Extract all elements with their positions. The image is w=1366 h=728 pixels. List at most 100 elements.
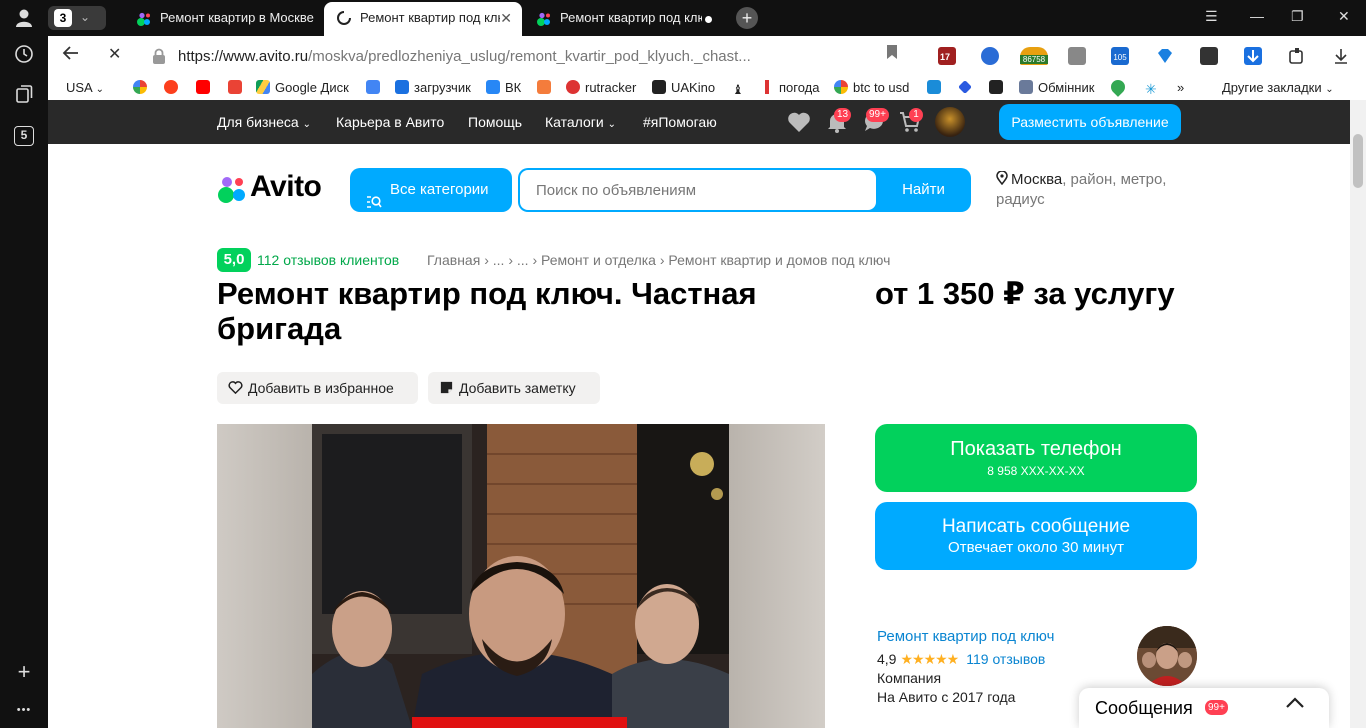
bookmark-f[interactable] bbox=[537, 80, 556, 95]
add-to-favorites-button[interactable]: Добавить в избранное bbox=[217, 372, 418, 404]
back-icon[interactable] bbox=[62, 44, 80, 67]
avito-logo-text[interactable]: Avito bbox=[250, 170, 322, 204]
bookmark-google-drive[interactable]: Google Диск bbox=[256, 80, 349, 95]
tabs-counter-button[interactable]: 5 bbox=[14, 126, 34, 146]
scrollbar-thumb[interactable] bbox=[1353, 134, 1363, 188]
bookmark-gmail[interactable] bbox=[228, 80, 247, 95]
bookmark-translate[interactable] bbox=[366, 80, 385, 95]
maps-icon bbox=[1108, 77, 1128, 97]
nav-ya-pomogayu[interactable]: #яПомогаю bbox=[643, 114, 717, 130]
downloads-icon[interactable] bbox=[1332, 47, 1350, 65]
listing-photo-gallery[interactable] bbox=[217, 424, 825, 728]
note-icon bbox=[440, 381, 453, 394]
url-text: https://www.avito.ru/moskva/predlozheniy… bbox=[178, 48, 751, 65]
bookmarks-more-button[interactable]: » bbox=[1177, 80, 1184, 95]
nav-business[interactable]: Для бизнеса ⌄ bbox=[217, 114, 311, 130]
close-tab-icon[interactable]: ✕ bbox=[500, 2, 512, 34]
seller-reviews-link[interactable]: 119 отзывов bbox=[966, 651, 1045, 667]
show-phone-button[interactable]: Показать телефон 8 958 XXX-XX-XX bbox=[875, 424, 1197, 492]
search-bar: Найти bbox=[518, 168, 971, 212]
close-window-icon[interactable]: ✕ bbox=[1338, 8, 1350, 25]
seller-rating: 4,9 ★★★★★ 119 отзывов bbox=[877, 651, 1046, 667]
more-icon[interactable]: ••• bbox=[12, 698, 36, 722]
bookmark-google[interactable] bbox=[133, 80, 152, 95]
extension-briefcase-icon[interactable] bbox=[1068, 47, 1086, 65]
bookmark-bc[interactable] bbox=[989, 80, 1008, 95]
bookmark-usa[interactable]: USA ⌄ bbox=[66, 80, 104, 95]
breadcrumb-turnkey[interactable]: Ремонт квартир и домов под ключ bbox=[668, 252, 890, 268]
chevron-up-icon[interactable] bbox=[1285, 694, 1305, 715]
restore-icon[interactable]: ❐ bbox=[1291, 8, 1304, 25]
bookmark-rutracker[interactable]: rutracker bbox=[566, 80, 636, 95]
bookmark-yandex[interactable] bbox=[164, 80, 183, 95]
extension-diamond-icon[interactable] bbox=[1156, 47, 1174, 65]
add-note-button[interactable]: Добавить заметку bbox=[428, 372, 600, 404]
search-button[interactable]: Найти bbox=[876, 168, 971, 212]
extension-arrow-icon[interactable] bbox=[1200, 47, 1218, 65]
collections-icon[interactable] bbox=[12, 84, 36, 108]
tab-2-active[interactable]: Ремонт квартир под клю ✕ bbox=[324, 2, 522, 36]
extension-puzzle-icon[interactable] bbox=[1288, 47, 1306, 65]
nav-career[interactable]: Карьера в Авито bbox=[336, 114, 444, 130]
bookmark-weather[interactable]: погода bbox=[760, 80, 820, 95]
minimize-icon[interactable]: — bbox=[1250, 8, 1264, 24]
other-bookmarks-folder[interactable]: Другие закладки ⌄ bbox=[1222, 80, 1334, 95]
favorites-heart-icon[interactable] bbox=[787, 111, 811, 138]
bookmark-youtube[interactable] bbox=[196, 80, 215, 95]
tab-title: Ремонт квартир под клю bbox=[360, 10, 500, 25]
bookmark-maps[interactable] bbox=[1108, 77, 1130, 97]
translate-icon bbox=[366, 80, 380, 94]
url-field[interactable]: https://www.avito.ru/moskva/predlozheniy… bbox=[144, 42, 884, 70]
avito-logo-icon[interactable] bbox=[217, 175, 247, 205]
bookmark-downloader[interactable]: загрузчик bbox=[395, 80, 471, 95]
extension-105-icon[interactable]: 105 bbox=[1111, 47, 1129, 65]
extension-download-icon[interactable] bbox=[1244, 47, 1262, 65]
nav-catalogs[interactable]: Каталоги ⌄ bbox=[545, 114, 616, 130]
messages-panel-badge: 99+ bbox=[1205, 700, 1228, 715]
add-panel-icon[interactable]: + bbox=[12, 660, 36, 684]
bookmark-exchange[interactable]: Обмінник bbox=[1019, 80, 1094, 95]
stop-loading-icon[interactable]: ✕ bbox=[108, 44, 121, 64]
new-tab-button[interactable]: + bbox=[736, 7, 758, 29]
seller-name-link[interactable]: Ремонт квартир под ключ bbox=[877, 628, 1054, 645]
rating-stars-icon: ★★★★★ bbox=[900, 651, 959, 667]
extension-counter-icon[interactable]: 86758 bbox=[1020, 47, 1048, 65]
bookmark-vk[interactable]: ВК bbox=[486, 80, 521, 95]
breadcrumb-repair[interactable]: Ремонт и отделка bbox=[541, 252, 656, 268]
search-input[interactable] bbox=[520, 170, 876, 210]
location-selector[interactable]: Москва, район, метро, радиус bbox=[996, 170, 1196, 210]
seller-type: Компания bbox=[877, 670, 942, 686]
breadcrumb-home[interactable]: Главная bbox=[427, 252, 480, 268]
main-photo[interactable] bbox=[312, 424, 729, 728]
bookmark-p[interactable] bbox=[927, 80, 946, 95]
write-message-button[interactable]: Написать сообщение Отвечает около 30 мин… bbox=[875, 502, 1197, 570]
lock-icon[interactable] bbox=[152, 48, 166, 64]
extension-calendar-icon[interactable]: 17 bbox=[938, 47, 956, 65]
user-avatar[interactable] bbox=[935, 107, 965, 137]
tab-group-count: 3 bbox=[54, 9, 72, 27]
messages-panel[interactable]: Сообщения 99+ bbox=[1079, 688, 1329, 728]
seller-since: На Авито с 2017 года bbox=[877, 689, 1016, 705]
tab-3[interactable]: Ремонт квартир под клю bbox=[524, 3, 724, 33]
menu-icon[interactable]: ☰ bbox=[1205, 8, 1218, 25]
history-icon[interactable] bbox=[12, 44, 36, 68]
breadcrumb-ellipsis-1[interactable]: ... bbox=[493, 252, 505, 268]
bookmark-chess[interactable]: ♝ bbox=[732, 80, 751, 97]
extension-globe-icon[interactable] bbox=[981, 47, 999, 65]
seller-avatar[interactable] bbox=[1137, 626, 1197, 686]
all-categories-button[interactable]: Все категории bbox=[350, 168, 512, 212]
bookmark-uakino[interactable]: UAKino bbox=[652, 80, 715, 95]
page-scrollbar[interactable] bbox=[1350, 100, 1366, 728]
bookmark-diamond[interactable] bbox=[958, 80, 977, 95]
bookmark-icon[interactable] bbox=[886, 44, 898, 64]
breadcrumb-ellipsis-2[interactable]: ... bbox=[517, 252, 529, 268]
bookmark-btc[interactable]: btc to usd bbox=[834, 80, 909, 95]
nav-help[interactable]: Помощь bbox=[468, 114, 522, 130]
post-ad-button[interactable]: Разместить объявление bbox=[999, 104, 1181, 140]
bookmark-star[interactable]: ✳ bbox=[1145, 80, 1164, 97]
listing-price: от 1 350 ₽ за услугу bbox=[875, 276, 1175, 311]
client-reviews-link[interactable]: 112 отзывов клиентов bbox=[257, 252, 399, 268]
profile-icon[interactable] bbox=[12, 8, 36, 32]
tab-group-button[interactable]: 3 ⌄ bbox=[48, 6, 106, 30]
tab-1[interactable]: Ремонт квартир в Москве bbox=[124, 3, 324, 33]
